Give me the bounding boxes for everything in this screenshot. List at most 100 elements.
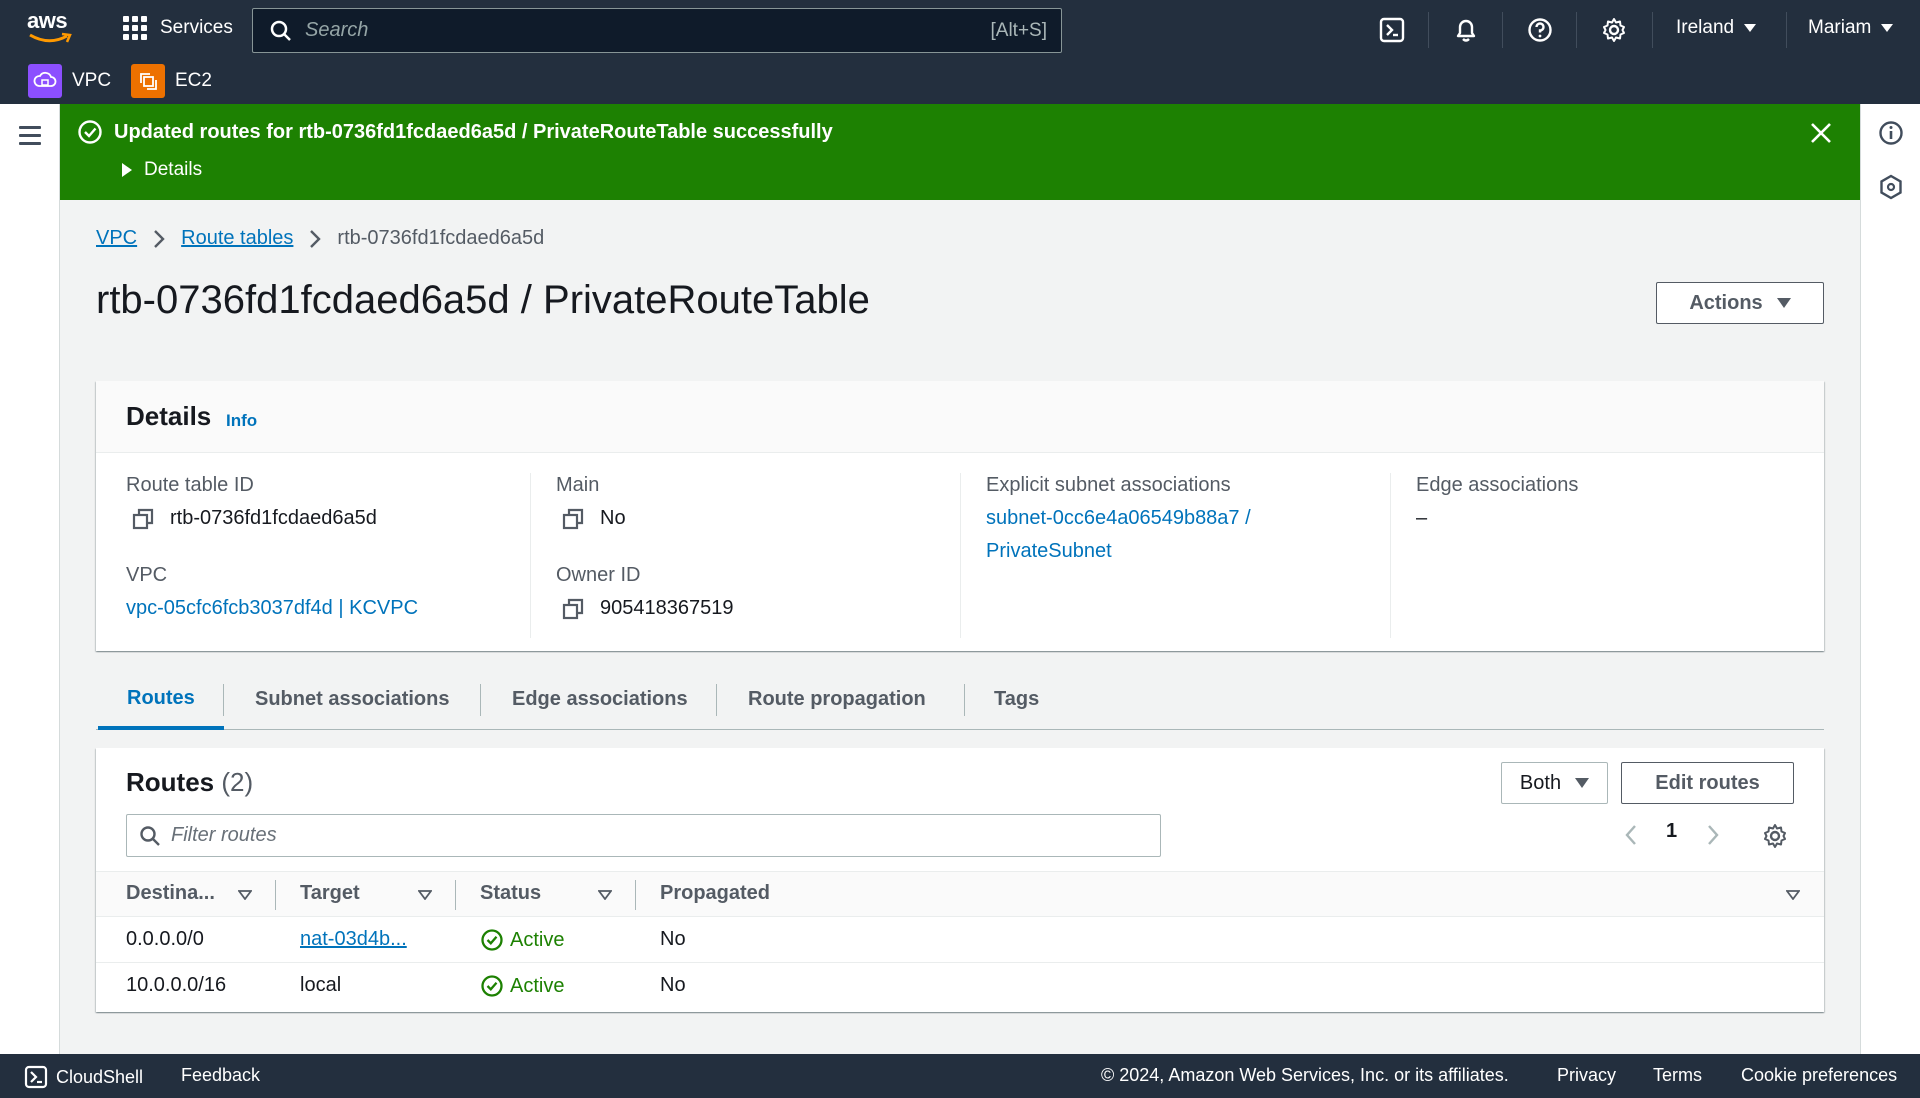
favorite-ec2[interactable]: EC2 [131, 64, 212, 98]
route-status-text: Active [510, 974, 565, 997]
feedback-link[interactable]: Feedback [181, 1065, 260, 1086]
column-destination[interactable]: Destina... [126, 882, 215, 905]
region-selector[interactable]: Ireland [1676, 17, 1757, 39]
left-rail [0, 104, 60, 1054]
owner-id-label: Owner ID [556, 564, 641, 586]
caret-right-icon [122, 163, 132, 177]
search-icon [140, 825, 160, 846]
user-name: Mariam [1808, 17, 1872, 38]
routes-heading: Routes (2) [126, 767, 253, 798]
route-destination: 10.0.0.0/16 [126, 974, 227, 996]
routes-count: (2) [221, 767, 254, 797]
page-number[interactable]: 1 [1666, 820, 1677, 843]
copy-icon[interactable] [562, 508, 584, 530]
bell-icon[interactable] [1450, 14, 1482, 46]
tab-routes[interactable]: Routes [98, 670, 224, 730]
services-label: Services [160, 17, 233, 38]
vpc-link[interactable]: vpc-05cfc6fcb3037df4d | KCVPC [126, 597, 418, 620]
sort-icon[interactable] [238, 890, 252, 900]
filter-routes-input[interactable]: Filter routes [126, 814, 1161, 857]
route-type-selected: Both [1519, 771, 1562, 794]
privacy-link[interactable]: Privacy [1557, 1065, 1616, 1086]
route-type-select[interactable]: Both [1501, 762, 1608, 804]
route-table-id-value: rtb-0736fd1fcdaed6a5d [126, 507, 377, 530]
copyright-text: © 2024, Amazon Web Services, Inc. or its… [1101, 1065, 1509, 1085]
cloudshell-button[interactable]: CloudShell [24, 1065, 143, 1089]
tab-route-propagation[interactable]: Route propagation [748, 670, 926, 729]
right-rail [1860, 104, 1920, 1054]
sort-icon[interactable] [1786, 890, 1800, 900]
details-info-link[interactable]: Info [226, 411, 257, 431]
cookie-preferences-link[interactable]: Cookie preferences [1741, 1065, 1897, 1086]
routes-panel: Routes (2) Both Edit routes Filter route… [96, 748, 1824, 1012]
close-icon[interactable] [1810, 122, 1832, 144]
menu-icon[interactable] [19, 126, 41, 150]
footer: CloudShell Feedback © 2024, Amazon Web S… [0, 1054, 1920, 1098]
owner-id: 905418367519 [600, 597, 734, 619]
breadcrumb-route-tables[interactable]: Route tables [181, 227, 293, 250]
column-target[interactable]: Target [300, 882, 360, 905]
help-icon[interactable] [1524, 14, 1556, 46]
main-value: No [556, 507, 626, 530]
copy-icon[interactable] [132, 508, 154, 530]
edge-associations-value: – [1416, 507, 1428, 529]
tab-subnet-associations[interactable]: Subnet associations [255, 670, 450, 729]
favorites-bar: VPC EC2 [0, 58, 1920, 104]
cloudshell-icon[interactable] [1376, 14, 1408, 46]
vpc-label: VPC [126, 564, 168, 586]
actions-label: Actions [1689, 291, 1763, 314]
details-heading: Details [126, 401, 212, 431]
caret-down-icon [1776, 298, 1791, 308]
route-propagated: No [660, 974, 686, 996]
search-input[interactable]: Search [Alt+S] [252, 8, 1062, 53]
tab-tags[interactable]: Tags [994, 670, 1039, 729]
route-target-link[interactable]: nat-03d4b... [300, 928, 407, 950]
status-success-icon [481, 975, 503, 997]
route-status: Active [480, 928, 564, 952]
aws-logo[interactable]: aws [27, 10, 73, 46]
search-placeholder: Search [305, 19, 369, 41]
success-flash: Updated routes for rtb-0736fd1fcdaed6a5d… [60, 104, 1860, 200]
search-shortcut: [Alt+S] [990, 19, 1048, 41]
flash-details-toggle[interactable]: Details [122, 159, 202, 181]
table-row: 10.0.0.0/16 local Active No [96, 963, 1824, 1009]
table-row: 0.0.0.0/0 nat-03d4b... Active No [96, 917, 1824, 963]
edit-routes-button[interactable]: Edit routes [1621, 762, 1794, 804]
chevron-down-icon [1744, 24, 1757, 32]
aws-logo-text: aws [27, 8, 68, 33]
success-icon [78, 120, 102, 144]
route-status: Active [480, 974, 564, 998]
favorite-vpc[interactable]: VPC [28, 64, 111, 98]
explicit-subnet-link-name[interactable]: PrivateSubnet [986, 540, 1112, 563]
route-propagated: No [660, 928, 686, 950]
breadcrumb-vpc[interactable]: VPC [96, 227, 137, 250]
previous-page-icon[interactable] [1624, 824, 1638, 846]
sort-icon[interactable] [418, 890, 432, 900]
cloudshell-icon [24, 1065, 48, 1089]
explicit-subnet-link[interactable]: subnet-0cc6e4a06549b88a7 / [986, 507, 1251, 530]
routes-table-header: Destina... Target Status Propagated [96, 871, 1824, 917]
edge-associations-label: Edge associations [1416, 474, 1579, 496]
ec2-icon [131, 64, 165, 98]
account-menu[interactable]: Mariam [1808, 17, 1894, 39]
page-title: rtb-0736fd1fcdaed6a5d / PrivateRouteTabl… [96, 278, 870, 322]
services-menu[interactable]: Services [123, 16, 233, 40]
routes-title: Routes [126, 767, 215, 797]
sort-icon[interactable] [598, 890, 612, 900]
gear-icon[interactable] [1598, 14, 1630, 46]
terms-link[interactable]: Terms [1653, 1065, 1702, 1086]
breadcrumb: VPC Route tables rtb-0736fd1fcdaed6a5d [96, 227, 544, 250]
info-panel-icon[interactable] [1878, 120, 1904, 146]
actions-button[interactable]: Actions [1656, 282, 1824, 324]
flash-message: Updated routes for rtb-0736fd1fcdaed6a5d… [114, 121, 833, 143]
tab-edge-associations[interactable]: Edge associations [512, 670, 688, 729]
next-page-icon[interactable] [1706, 824, 1720, 846]
copy-icon[interactable] [562, 598, 584, 620]
column-propagated[interactable]: Propagated [660, 882, 770, 905]
route-target: nat-03d4b... [300, 928, 407, 951]
preferences-gear-icon[interactable] [1762, 823, 1788, 849]
chevron-right-icon [310, 229, 322, 248]
column-status[interactable]: Status [480, 882, 541, 905]
hexagon-icon[interactable] [1878, 174, 1904, 200]
search-icon [270, 20, 291, 41]
